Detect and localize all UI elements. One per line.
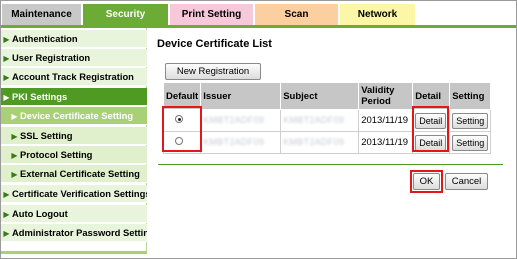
sidebar-item-user-registration[interactable]: ▶ User Registration bbox=[1, 49, 147, 67]
sidebar-item-label: Protocol Setting bbox=[20, 149, 93, 160]
page-title: Device Certificate List bbox=[157, 38, 272, 50]
sidebar-item-label: PKI Settings bbox=[12, 91, 68, 102]
sidebar-item-label: External Certificate Setting bbox=[20, 168, 140, 179]
triangle-right-icon: ▶ bbox=[3, 54, 10, 63]
column-header-issuer: Issuer bbox=[200, 82, 282, 110]
setting-button[interactable]: Setting bbox=[452, 112, 489, 129]
sidebar-item-administrator-password-setting[interactable]: ▶ Administrator Password Setting bbox=[1, 224, 147, 242]
sidebar-item-label: SSL Setting bbox=[20, 130, 73, 141]
main-panel: Device Certificate List New Registration… bbox=[148, 28, 516, 258]
issuer-value: KMBT2ADF09 bbox=[203, 137, 265, 147]
sidebar-item-pki-settings[interactable]: ▶ PKI Settings bbox=[1, 88, 147, 106]
setting-cell: Setting bbox=[449, 131, 492, 154]
highlight-box-default bbox=[162, 106, 202, 152]
triangle-right-icon: ▶ bbox=[11, 112, 18, 121]
sidebar-item-label: User Registration bbox=[12, 52, 91, 63]
tab-scan[interactable]: Scan bbox=[254, 4, 338, 25]
tab-network[interactable]: Network bbox=[339, 4, 415, 25]
subject-value: KMBT2ADF09 bbox=[283, 137, 345, 147]
sidebar-item-certificate-verification-settings[interactable]: ▶ Certificate Verification Settings bbox=[1, 185, 147, 203]
section-divider bbox=[158, 164, 503, 165]
triangle-right-icon: ▶ bbox=[3, 210, 10, 219]
highlight-box-ok bbox=[410, 170, 443, 193]
highlight-box-detail bbox=[412, 106, 449, 152]
sidebar-item-label: Device Certificate Setting bbox=[20, 110, 134, 121]
triangle-right-icon: ▶ bbox=[3, 93, 10, 102]
triangle-right-icon: ▶ bbox=[11, 170, 18, 179]
validity-value: 2013/11/19 bbox=[358, 109, 414, 132]
sidebar-item-external-certificate-setting[interactable]: ▶ External Certificate Setting bbox=[1, 165, 147, 183]
triangle-right-icon: ▶ bbox=[3, 35, 10, 44]
top-tab-bar: Maintenance Security Print Setting Scan … bbox=[1, 4, 516, 26]
sidebar-item-protocol-setting[interactable]: ▶ Protocol Setting bbox=[1, 146, 147, 164]
subject-value: KMBT2ADF09 bbox=[283, 115, 345, 125]
tab-security[interactable]: Security bbox=[82, 4, 168, 26]
sidebar-item-account-track-registration[interactable]: ▶ Account Track Registration bbox=[1, 68, 147, 86]
tab-maintenance[interactable]: Maintenance bbox=[1, 4, 81, 25]
setting-button[interactable]: Setting bbox=[452, 134, 489, 151]
sidebar-item-label: Account Track Registration bbox=[12, 71, 134, 82]
triangle-right-icon: ▶ bbox=[3, 190, 10, 199]
new-registration-button[interactable]: New Registration bbox=[165, 63, 261, 80]
subject-cell: KMBT2ADF09 bbox=[280, 109, 360, 132]
sidebar: ▶ Authentication ▶ User Registration ▶ Acco… bbox=[1, 28, 147, 254]
column-header-validity-period: Validity Period bbox=[358, 82, 414, 110]
subject-cell: KMBT2ADF09 bbox=[280, 131, 360, 154]
issuer-cell: KMBT2ADF09 bbox=[200, 109, 282, 132]
sidebar-item-label: Administrator Password Setting bbox=[12, 227, 147, 238]
sidebar-item-label: Auto Logout bbox=[12, 208, 68, 219]
triangle-right-icon: ▶ bbox=[3, 73, 10, 82]
setting-cell: Setting bbox=[449, 109, 492, 132]
column-header-subject: Subject bbox=[280, 82, 360, 110]
sidebar-item-authentication[interactable]: ▶ Authentication bbox=[1, 30, 147, 48]
cancel-button[interactable]: Cancel bbox=[445, 173, 488, 190]
triangle-right-icon: ▶ bbox=[11, 151, 18, 160]
tab-print-setting[interactable]: Print Setting bbox=[169, 4, 253, 25]
sidebar-item-ssl-setting[interactable]: ▶ SSL Setting bbox=[1, 127, 147, 145]
triangle-right-icon: ▶ bbox=[3, 229, 10, 238]
sidebar-bottom-bar bbox=[1, 251, 147, 254]
issuer-value: KMBT2ADF09 bbox=[203, 115, 265, 125]
column-header-setting: Setting bbox=[449, 82, 492, 110]
validity-value: 2013/11/19 bbox=[358, 131, 414, 154]
sidebar-item-auto-logout[interactable]: ▶ Auto Logout bbox=[1, 205, 147, 223]
triangle-right-icon: ▶ bbox=[11, 132, 18, 141]
sidebar-item-label: Certificate Verification Settings bbox=[12, 188, 147, 199]
sidebar-item-device-certificate-setting[interactable]: ▶ Device Certificate Setting bbox=[1, 107, 147, 125]
issuer-cell: KMBT2ADF09 bbox=[200, 131, 282, 154]
sidebar-item-label: Authentication bbox=[12, 33, 78, 44]
